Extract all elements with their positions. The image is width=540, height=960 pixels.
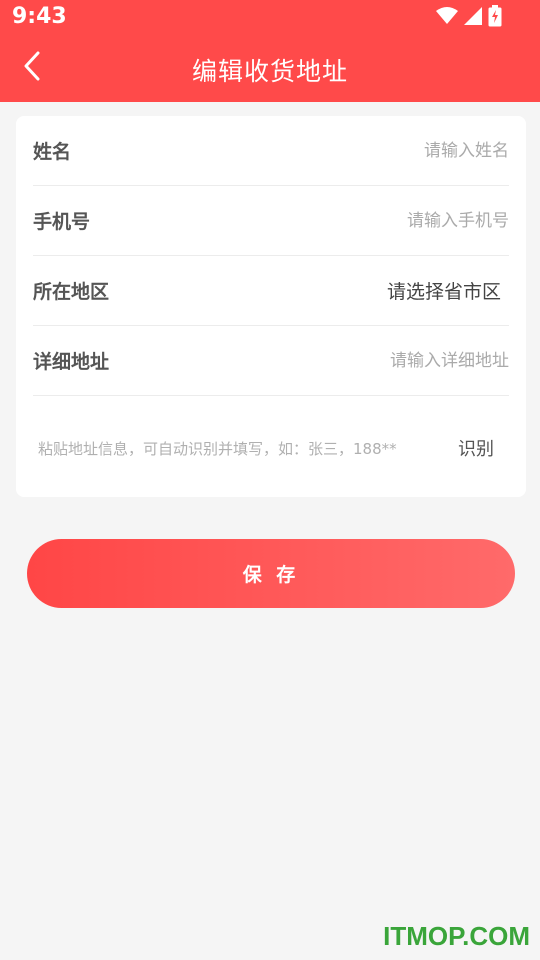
watermark: ITMOP.COM — [383, 921, 530, 951]
region-label: 所在地区 — [33, 281, 110, 303]
name-input[interactable] — [249, 140, 509, 161]
name-row: 姓名 — [33, 116, 509, 186]
signal-icon — [464, 7, 482, 29]
wifi-icon — [436, 7, 458, 29]
phone-input[interactable] — [249, 210, 509, 231]
region-row[interactable]: 所在地区 请选择省市区 — [33, 256, 509, 326]
app-header: 9:43 编辑收货地址 — [0, 0, 540, 102]
detail-label: 详细地址 — [33, 351, 110, 373]
phone-row: 手机号 — [33, 186, 509, 256]
paste-address-area[interactable]: 粘贴地址信息，可自动识别并填写，如：张三，188** 识别 — [38, 428, 508, 468]
save-button[interactable]: 保 存 — [27, 539, 515, 608]
status-icons — [436, 5, 502, 31]
name-label: 姓名 — [33, 141, 72, 163]
page-title: 编辑收货地址 — [191, 57, 348, 86]
detail-input[interactable] — [249, 350, 509, 371]
nav-bar: 编辑收货地址 — [0, 38, 540, 100]
address-form-card: 姓名 手机号 所在地区 请选择省市区 详细地址 粘贴地址信息，可自动识别并填写，… — [16, 116, 526, 497]
status-time: 9:43 — [12, 4, 67, 29]
recognize-button[interactable]: 识别 — [458, 435, 508, 461]
battery-charging-icon — [488, 5, 502, 31]
detail-row: 详细地址 — [33, 326, 509, 396]
region-select[interactable]: 请选择省市区 — [387, 277, 509, 304]
paste-hint[interactable]: 粘贴地址信息，可自动识别并填写，如：张三，188** — [38, 438, 397, 459]
phone-label: 手机号 — [33, 211, 91, 233]
status-bar: 9:43 — [0, 0, 540, 38]
